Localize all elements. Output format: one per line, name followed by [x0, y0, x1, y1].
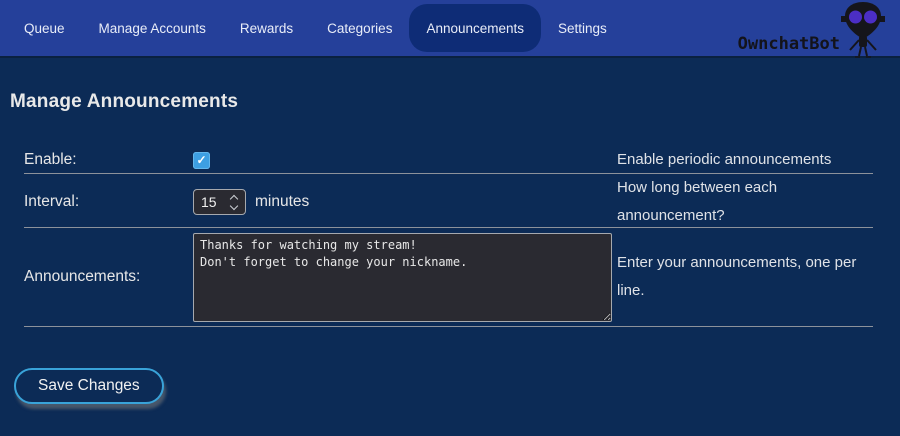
- nav-item-rewards[interactable]: Rewards: [223, 4, 310, 52]
- announcements-textarea[interactable]: Thanks for watching my stream! Don't for…: [193, 233, 612, 322]
- spinner-down-icon[interactable]: [229, 201, 237, 209]
- form-row-enable: Enable: ✓ Enable periodic announcements: [24, 146, 873, 174]
- announcements-label: Announcements:: [24, 268, 193, 286]
- announcements-form: Enable: ✓ Enable periodic announcements …: [24, 146, 873, 327]
- robot-mascot-icon: [840, 0, 886, 58]
- save-changes-button[interactable]: Save Changes: [14, 368, 164, 404]
- interval-input[interactable]: 15: [193, 189, 246, 215]
- enable-checkbox[interactable]: ✓: [193, 152, 210, 169]
- page-title: Manage Announcements: [10, 91, 900, 113]
- form-row-announcements: Announcements: Thanks for watching my st…: [24, 228, 873, 327]
- nav-item-queue[interactable]: Queue: [7, 4, 82, 52]
- interval-help-text: How long between each announcement?: [617, 174, 873, 230]
- ownchatbot-logo: OwnchatBot: [738, 0, 886, 58]
- enable-label: Enable:: [24, 151, 193, 169]
- nav-item-manage-accounts[interactable]: Manage Accounts: [82, 4, 223, 52]
- nav-item-announcements[interactable]: Announcements: [409, 4, 541, 52]
- nav-item-categories[interactable]: Categories: [310, 4, 409, 52]
- interval-spinner[interactable]: [227, 196, 245, 209]
- interval-label: Interval:: [24, 193, 193, 211]
- form-row-interval: Interval: 15 minutes How long between ea…: [24, 174, 873, 228]
- top-navbar: Queue Manage Accounts Rewards Categories…: [0, 0, 900, 58]
- interval-unit-label: minutes: [255, 193, 309, 211]
- enable-help-text: Enable periodic announcements: [617, 146, 873, 174]
- announcements-help-text: Enter your announcements, one per line.: [617, 249, 873, 305]
- interval-value: 15: [194, 194, 227, 210]
- check-icon: ✓: [196, 153, 206, 167]
- logo-text: OwnchatBot: [738, 34, 840, 58]
- nav-item-settings[interactable]: Settings: [541, 4, 624, 52]
